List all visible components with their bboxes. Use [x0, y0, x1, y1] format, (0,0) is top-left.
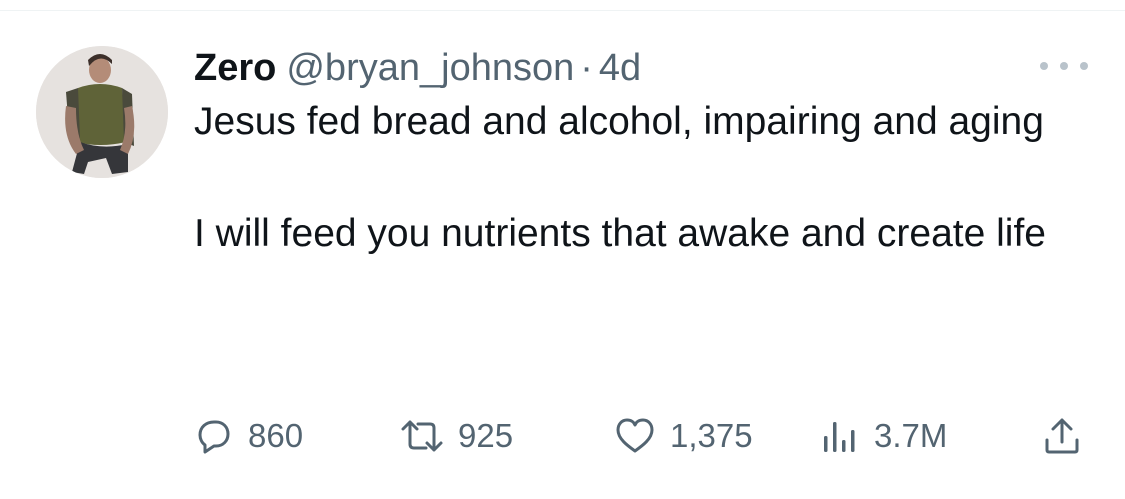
retweet-button[interactable]: 925	[400, 414, 513, 458]
views-bar-chart-icon	[824, 422, 855, 452]
views-button[interactable]: 3.7M	[820, 414, 947, 458]
author-handle[interactable]: @bryan_johnson	[286, 44, 574, 92]
display-name[interactable]: Zero	[194, 44, 276, 92]
avatar[interactable]	[36, 46, 168, 178]
action-bar: 860 925 1,375 3.7M	[194, 414, 1094, 458]
more-dot	[1040, 62, 1048, 70]
top-divider	[0, 10, 1125, 11]
tweet-text: Jesus fed bread and alcohol, impairing a…	[194, 94, 1074, 262]
more-horizontal-icon[interactable]	[1040, 56, 1088, 76]
retweet-icon	[401, 420, 443, 452]
like-button[interactable]: 1,375	[614, 414, 753, 458]
separator-dot: ·	[580, 47, 593, 89]
tweet-header: Zero @bryan_johnson · 4d	[194, 44, 1094, 92]
post-time[interactable]: 4d	[599, 44, 641, 92]
tweet-body: Zero @bryan_johnson · 4d Jesus fed bread…	[194, 44, 1094, 262]
tweet-paragraph-2: I will feed you nutrients that awake and…	[194, 212, 1046, 255]
view-count: 3.7M	[874, 417, 948, 454]
avatar-photo	[36, 46, 168, 178]
more-dot	[1080, 62, 1088, 70]
reply-count: 860	[248, 417, 304, 454]
reply-icon	[198, 420, 230, 454]
share-button[interactable]	[1042, 414, 1082, 458]
reply-button[interactable]: 860	[194, 414, 303, 458]
share-icon	[1045, 418, 1079, 454]
more-dot	[1060, 62, 1068, 70]
heart-icon	[616, 418, 654, 453]
tweet-paragraph-1: Jesus fed bread and alcohol, impairing a…	[194, 100, 1044, 143]
like-count: 1,375	[670, 417, 753, 454]
retweet-count: 925	[458, 417, 514, 454]
